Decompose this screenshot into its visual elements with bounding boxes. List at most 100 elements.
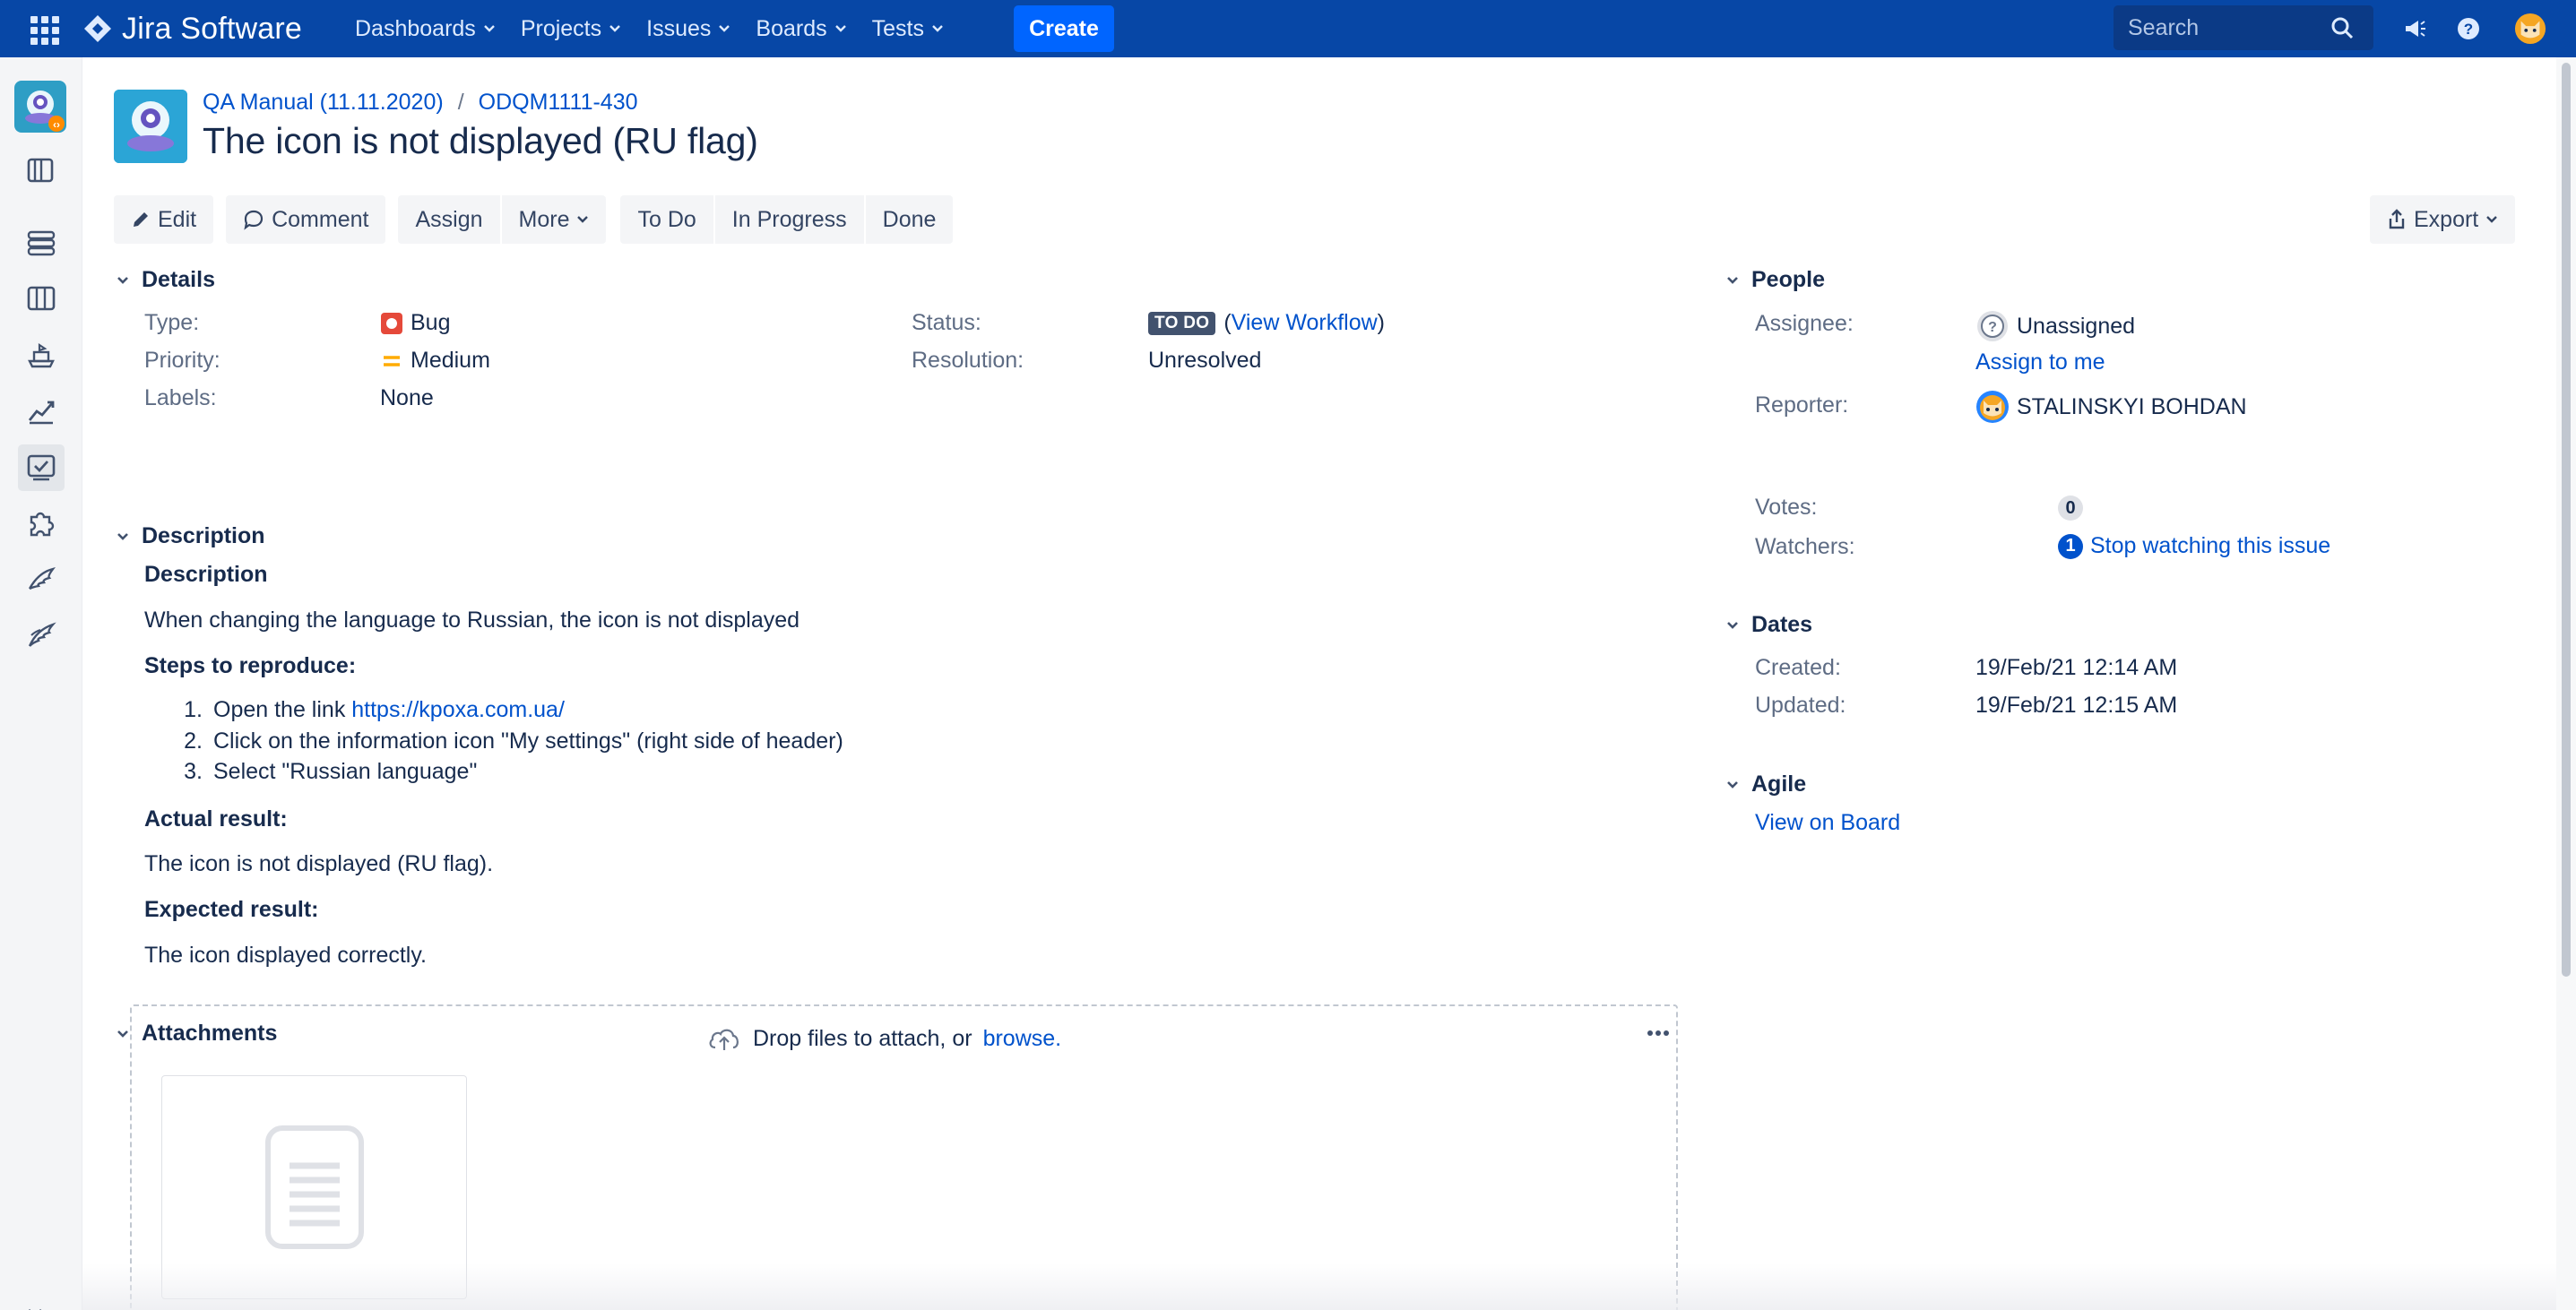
search-box[interactable] — [2114, 5, 2373, 50]
agile-section-toggle[interactable]: Agile — [1725, 771, 1806, 797]
watchers-badge[interactable]: 1 — [2058, 533, 2083, 559]
megaphone-icon[interactable] — [2399, 13, 2431, 45]
chevron-down-icon — [483, 25, 495, 32]
view-on-board-link[interactable]: View on Board — [1755, 810, 1900, 836]
edit-button[interactable]: Edit — [114, 195, 214, 244]
dates-heading: Dates — [1751, 612, 1813, 637]
add-ons-icon[interactable] — [18, 500, 65, 547]
nav-label: Projects — [520, 15, 602, 41]
step-text: Select "Russian language" — [213, 759, 478, 784]
export-button[interactable]: Export — [2370, 195, 2516, 244]
people-section-toggle[interactable]: People — [1725, 267, 1825, 293]
chevron-down-icon — [719, 25, 730, 32]
watchers-value: 1 Stop watching this issue — [2058, 533, 2330, 559]
agile-heading: Agile — [1751, 771, 1807, 797]
nav-tests[interactable]: Tests — [860, 0, 956, 57]
transition-done-button[interactable]: Done — [865, 195, 954, 244]
nav-dashboards[interactable]: Dashboards — [342, 0, 508, 57]
step-number: 2. — [184, 728, 203, 754]
workflow-transitions: To Do In Progress Done — [620, 195, 954, 244]
resolution-value: Unresolved — [1148, 348, 1262, 373]
type-label: Type: — [144, 310, 200, 335]
export-icon — [2389, 209, 2405, 229]
breadcrumb-project-link[interactable]: QA Manual (11.11.2020) — [203, 90, 444, 116]
chevron-down-icon — [117, 1030, 128, 1038]
reporter-text: STALINSKYI BOHDAN — [2017, 393, 2247, 419]
description-intro: When changing the language to Russian, t… — [144, 608, 800, 633]
nav-projects[interactable]: Projects — [508, 0, 634, 57]
priority-label: Priority: — [144, 348, 220, 373]
search-input[interactable] — [2128, 14, 2325, 41]
assign-button[interactable]: Assign — [398, 195, 500, 244]
chevron-down-icon — [117, 276, 128, 284]
releases-icon[interactable] — [18, 332, 65, 378]
labels-value[interactable]: None — [380, 385, 434, 411]
details-section-toggle[interactable]: Details — [115, 267, 215, 293]
reports-icon[interactable] — [18, 387, 65, 434]
browse-link[interactable]: browse. — [983, 1026, 1062, 1052]
nav-boards[interactable]: Boards — [743, 0, 859, 57]
reporter-avatar-icon — [1976, 391, 2009, 423]
description-section-toggle[interactable]: Description — [115, 523, 265, 549]
app-switcher-icon[interactable] — [27, 13, 59, 45]
export-label: Export — [2414, 206, 2479, 232]
search-icon[interactable] — [2330, 16, 2354, 39]
more-button[interactable]: More — [501, 195, 607, 244]
type-text: Bug — [411, 310, 451, 335]
priority-value[interactable]: Medium — [380, 348, 490, 374]
expected-result-text: The icon displayed correctly. — [144, 943, 427, 968]
project-avatar[interactable]: ‹› — [14, 81, 66, 133]
nav-issues[interactable]: Issues — [634, 0, 743, 57]
assign-to-me-link[interactable]: Assign to me — [1975, 349, 2105, 375]
chevron-down-icon — [117, 532, 128, 540]
status-lozenge[interactable]: TO DO — [1148, 311, 1216, 335]
chevron-down-icon — [2486, 216, 2498, 223]
dates-section-toggle[interactable]: Dates — [1725, 612, 1812, 638]
board-icon[interactable] — [18, 275, 65, 322]
votes-value[interactable]: 0 — [2058, 496, 2083, 521]
wing-icon[interactable] — [18, 556, 65, 602]
chevron-down-icon — [577, 216, 589, 223]
step-link[interactable]: https://kpoxa.com.ua/ — [351, 697, 565, 728]
comment-button[interactable]: Comment — [226, 195, 386, 244]
nav-label: Tests — [871, 15, 924, 41]
transition-to-do-button[interactable]: To Do — [620, 195, 713, 244]
type-value[interactable]: Bug — [380, 310, 450, 336]
nav-label: Dashboards — [355, 15, 476, 41]
stop-watching-link[interactable]: Stop watching this issue — [2090, 533, 2330, 559]
roadmap-icon[interactable] — [18, 220, 65, 266]
reporter-value[interactable]: STALINSKYI BOHDAN — [1975, 390, 2247, 424]
jira-logo[interactable]: Jira Software — [82, 11, 302, 47]
assignee-label: Assignee: — [1755, 311, 1854, 336]
issue-view: QA Manual (11.11.2020) / ODQM1111-430 Th… — [82, 57, 2556, 1310]
updated-value: 19/Feb/21 12:15 AM — [1975, 693, 2178, 718]
chevron-down-icon — [1727, 780, 1738, 789]
create-button[interactable]: Create — [1014, 5, 1114, 52]
user-avatar-icon[interactable] — [2514, 13, 2546, 45]
breadcrumb: QA Manual (11.11.2020) / ODQM1111-430 — [203, 90, 638, 116]
votes-badge: 0 — [2058, 496, 2083, 521]
list-item: 3. Select "Russian language" — [171, 759, 843, 790]
details-heading: Details — [142, 267, 215, 292]
status-paren-open: ( — [1223, 310, 1232, 335]
actual-result-text: The icon is not displayed (RU flag). — [144, 851, 494, 876]
status-label: Status: — [912, 310, 981, 335]
project-avatar-large[interactable] — [114, 90, 187, 163]
list-item: 2. Click on the information icon "My sett… — [171, 728, 843, 760]
expected-result-heading: Expected result: — [144, 897, 319, 922]
comment-label: Comment — [272, 206, 369, 232]
help-icon[interactable]: ? — [2452, 13, 2485, 45]
issue-summary-title[interactable]: The icon is not displayed (RU flag) — [203, 120, 758, 162]
backlog-icon[interactable] — [18, 147, 65, 194]
assignee-value[interactable]: ? Unassigned — [1975, 309, 2135, 343]
breadcrumb-issue-key-link[interactable]: ODQM1111-430 — [479, 90, 638, 116]
scrollbar-thumb[interactable] — [2562, 63, 2571, 977]
tests-icon[interactable] — [18, 444, 65, 491]
view-workflow-link[interactable]: View Workflow — [1232, 310, 1378, 336]
transition-in-progress-button[interactable]: In Progress — [714, 195, 864, 244]
breadcrumb-separator: / — [457, 90, 464, 115]
labels-label: Labels: — [144, 385, 217, 410]
wings-icon[interactable] — [18, 611, 65, 658]
chevron-down-icon — [1727, 276, 1738, 284]
drop-message: Drop files to attach, or browse. — [706, 1025, 1061, 1052]
